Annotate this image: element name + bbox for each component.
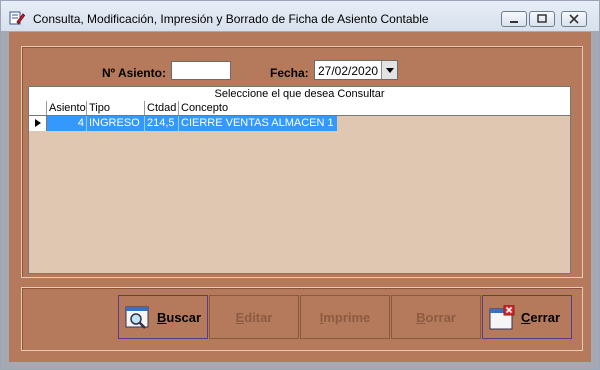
borrar-button[interactable]: Borrar	[391, 295, 481, 339]
imprime-button[interactable]: Imprime	[300, 295, 390, 339]
fecha-label: Fecha:	[270, 66, 309, 80]
chevron-down-icon[interactable]	[381, 61, 397, 79]
buscar-button[interactable]: Buscar	[118, 295, 208, 339]
column-header-ctdad[interactable]: Ctdad	[145, 101, 179, 115]
column-header-asiento[interactable]: Asiento	[47, 101, 87, 115]
grid-caption: Seleccione el que desea Consultar	[29, 87, 570, 102]
app-window: Consulta, Modificación, Impresión y Borr…	[0, 0, 600, 370]
close-icon	[569, 14, 579, 24]
close-window-icon	[489, 305, 515, 330]
edit-document-icon	[9, 11, 25, 25]
borrar-label: Borrar	[416, 310, 456, 325]
cerrar-button[interactable]: Cerrar	[482, 295, 572, 339]
table-row[interactable]: 4 INGRESO 214,5 CIERRE VENTAS ALMACEN 1	[29, 116, 570, 131]
cerrar-label: Cerrar	[521, 310, 561, 325]
close-button[interactable]	[561, 11, 587, 27]
minimize-button[interactable]	[501, 11, 527, 27]
maximize-icon	[537, 14, 547, 23]
imprime-label: Imprime	[319, 310, 371, 325]
cell-tipo[interactable]: INGRESO	[87, 116, 145, 131]
asiento-label: Nº Asiento:	[102, 66, 166, 80]
buscar-label: Buscar	[157, 310, 202, 325]
asientos-grid[interactable]: Seleccione el que desea Consultar Asient…	[28, 86, 571, 274]
editar-button[interactable]: Editar	[209, 295, 299, 339]
minimize-icon	[510, 21, 518, 23]
cell-concepto[interactable]: CIERRE VENTAS ALMACEN 1	[179, 116, 337, 131]
row-indicator-icon	[29, 116, 47, 131]
form-client-area: Nº Asiento: Fecha: 27/02/2020 Seleccione…	[9, 32, 591, 362]
column-header-tipo[interactable]: Tipo	[87, 101, 145, 115]
fecha-date-picker[interactable]: 27/02/2020	[314, 60, 398, 80]
column-header-concepto[interactable]: Concepto	[179, 101, 570, 115]
maximize-button[interactable]	[529, 11, 555, 27]
editar-label: Editar	[235, 310, 273, 325]
row-selector-header	[29, 101, 47, 115]
search-window-icon	[125, 306, 149, 329]
asiento-input[interactable]	[171, 61, 231, 80]
cell-asiento[interactable]: 4	[47, 116, 87, 131]
grid-header: Asiento Tipo Ctdad Concepto	[29, 101, 570, 116]
window-title: Consulta, Modificación, Impresión y Borr…	[33, 12, 429, 26]
cell-ctdad[interactable]: 214,5	[145, 116, 179, 131]
fecha-value: 27/02/2020	[318, 64, 379, 78]
title-bar[interactable]: Consulta, Modificación, Impresión y Borr…	[1, 1, 599, 31]
